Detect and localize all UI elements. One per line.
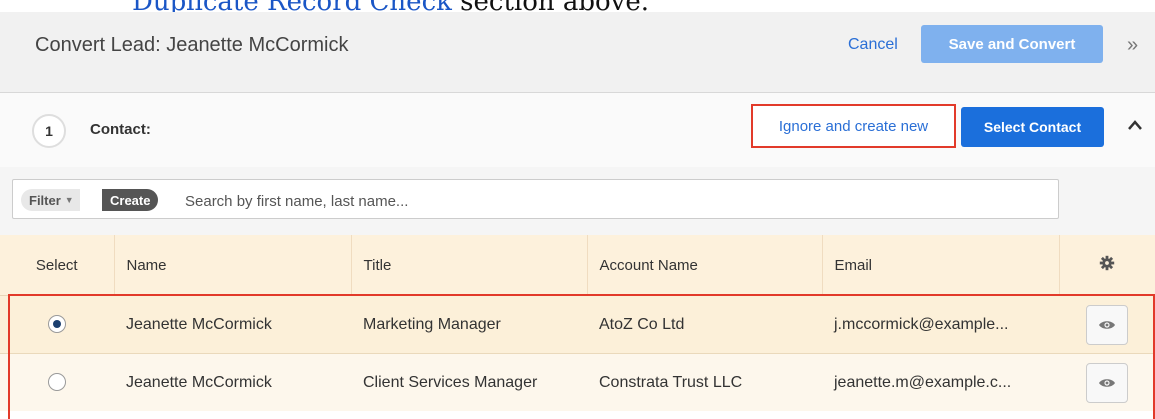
row-radio-selected[interactable] [48,315,66,334]
table-row[interactable]: Jeanette McCormick Client Services Manag… [0,353,1155,411]
double-chevron-right-icon[interactable]: » [1127,34,1138,57]
cell-name: Jeanette McCormick [114,295,351,354]
duplicate-record-check-link[interactable]: Duplicate Record Check [132,0,452,12]
ignore-and-create-new-button[interactable]: Ignore and create new [751,104,956,148]
cell-title: Client Services Manager [351,353,587,411]
cell-email: j.mccormick@example... [822,295,1059,354]
preview-button[interactable] [1086,304,1128,345]
row-radio-unselected[interactable] [48,373,66,392]
filter-label: Filter [29,192,61,208]
chevron-up-icon[interactable] [1127,115,1143,136]
column-header-account-name[interactable]: Account Name [587,235,823,296]
filter-dropdown[interactable]: Filter ▼ [21,189,80,211]
eye-icon [1099,320,1115,329]
cell-email: jeanette.m@example.c... [822,353,1059,411]
create-button[interactable]: Create [102,189,159,211]
caret-down-icon: ▼ [64,195,74,205]
cell-title: Marketing Manager [351,295,587,354]
page-title: Convert Lead: Jeanette McCormick [35,34,349,56]
preview-button[interactable] [1086,362,1128,403]
row-preview-cell [1059,353,1155,411]
save-and-convert-button[interactable]: Save and Convert [921,25,1103,63]
chevron-up-icon-graphic [1128,120,1142,130]
table-header-row: Select Name Title Account Name Email [0,235,1155,296]
cell-account-name: AtoZ Co Ltd [587,295,822,354]
table-row[interactable]: Jeanette McCormick Marketing Manager Ato… [0,295,1155,354]
column-header-email[interactable]: Email [822,235,1060,296]
eye-icon [1099,378,1115,387]
cancel-button[interactable]: Cancel [848,36,898,54]
column-header-title[interactable]: Title [351,235,588,296]
row-select-cell [0,353,114,411]
row-select-cell [0,295,114,354]
column-header-select: Select [0,235,115,296]
documentation-text-fragment: Duplicate Record Check section above. [0,0,1155,12]
filter-search-row: Filter ▼ Create [0,167,1155,235]
contact-section-label: Contact: [90,121,151,138]
select-contact-button[interactable]: Select Contact [961,107,1104,147]
column-header-name[interactable]: Name [114,235,352,296]
contact-section-header: 1 Contact: Ignore and create new Select … [0,93,1155,168]
contact-results-table: Select Name Title Account Name Email Jea… [0,235,1155,411]
cell-name: Jeanette McCormick [114,353,351,411]
gear-icon [1100,255,1115,271]
column-settings[interactable] [1059,235,1155,296]
row-preview-cell [1059,295,1155,354]
convert-lead-header: Convert Lead: Jeanette McCormick Cancel … [0,12,1155,93]
cell-account-name: Constrata Trust LLC [587,353,822,411]
doc-trailing-text: section above. [452,0,649,12]
search-box: Filter ▼ Create [12,179,1059,219]
step-number-badge: 1 [32,114,66,148]
search-input[interactable] [183,186,1047,216]
